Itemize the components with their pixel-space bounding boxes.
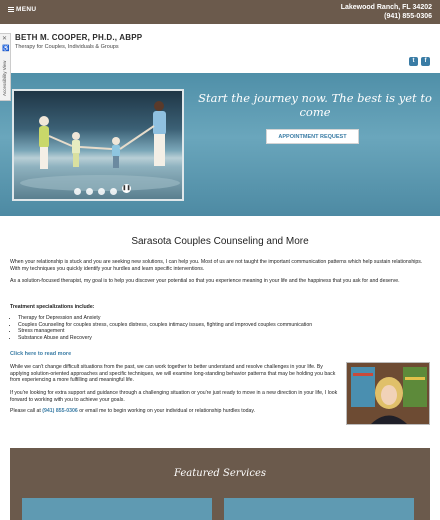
close-icon[interactable]: ✕ — [2, 35, 7, 42]
call-suffix: or email me to begin working on your ind… — [77, 408, 256, 414]
featured-services-section: Featured Services — [10, 448, 430, 520]
top-bar: MENU Lakewood Ranch, FL 34202 (941) 855-… — [0, 0, 440, 24]
read-more-link[interactable]: Click here to read more — [10, 351, 71, 357]
menu-label: MENU — [16, 6, 37, 14]
specializations-heading: Treatment specializations include: — [10, 304, 95, 310]
hero-banner: ❚❚ Start the journey now. The best is ye… — [0, 73, 440, 216]
twitter-icon[interactable]: t — [409, 57, 418, 66]
slide-dot[interactable] — [98, 188, 105, 195]
portrait-illustration — [347, 363, 429, 424]
past-paragraph: While we can't change difficult situatio… — [10, 364, 336, 384]
accessibility-icon: ♿ — [2, 46, 10, 52]
family-beach-illustration — [20, 101, 180, 191]
accessibility-tab[interactable]: ✕ ♿ Accessibility View — [0, 33, 11, 101]
list-item: Therapy for Depression and Anxiety — [18, 315, 418, 322]
therapist-portrait — [346, 362, 430, 425]
slide-dot[interactable] — [74, 188, 81, 195]
facebook-icon[interactable]: f — [421, 57, 430, 66]
appointment-request-button[interactable]: APPOINTMENT REQUEST — [266, 129, 359, 144]
practice-name[interactable]: BETH M. COOPER, PH.D., ABPP — [15, 33, 142, 42]
call-prefix: Please call at — [10, 408, 43, 414]
specializations-list: Therapy for Depression and Anxiety Coupl… — [18, 315, 418, 342]
service-card[interactable] — [22, 498, 212, 520]
intro-paragraph: When your relationship is stuck and you … — [10, 259, 423, 272]
menu-button[interactable]: MENU — [8, 6, 36, 13]
featured-services-title: Featured Services — [173, 468, 267, 479]
phone-link[interactable]: (941) 855-0306 — [341, 12, 432, 21]
site-header: BETH M. COOPER, PH.D., ABPP Therapy for … — [0, 24, 440, 73]
practice-tagline: Therapy for Couples, Individuals & Group… — [15, 44, 119, 50]
support-paragraph: If you're looking for extra support and … — [10, 390, 338, 403]
call-paragraph: Please call at (941) 855-0306 or email m… — [10, 408, 340, 415]
location-text: Lakewood Ranch, FL 34202 — [340, 4, 432, 11]
location-block: Lakewood Ranch, FL 34202 (941) 855-0306 — [341, 3, 432, 21]
social-links: t f — [409, 57, 430, 66]
slide-dot[interactable] — [86, 188, 93, 195]
list-item: Couples Counseling for couples stress, c… — [18, 322, 418, 329]
hero-headline: Start the journey now. The best is yet t… — [198, 91, 432, 119]
list-item: Substance Abuse and Recovery — [18, 335, 418, 342]
hero-slideshow-image: ❚❚ — [12, 89, 184, 201]
service-card[interactable] — [224, 498, 414, 520]
slide-dot[interactable] — [110, 188, 117, 195]
list-item: Stress management — [18, 328, 418, 335]
page-title: Sarasota Couples Counseling and More — [131, 236, 309, 247]
accessibility-label: Accessibility View — [2, 60, 7, 96]
hamburger-icon — [8, 6, 14, 13]
goal-paragraph: As a solution-focused therapist, my goal… — [10, 278, 400, 284]
pause-icon[interactable]: ❚❚ — [122, 184, 131, 193]
call-phone-link[interactable]: (941) 855-0306 — [42, 408, 77, 414]
